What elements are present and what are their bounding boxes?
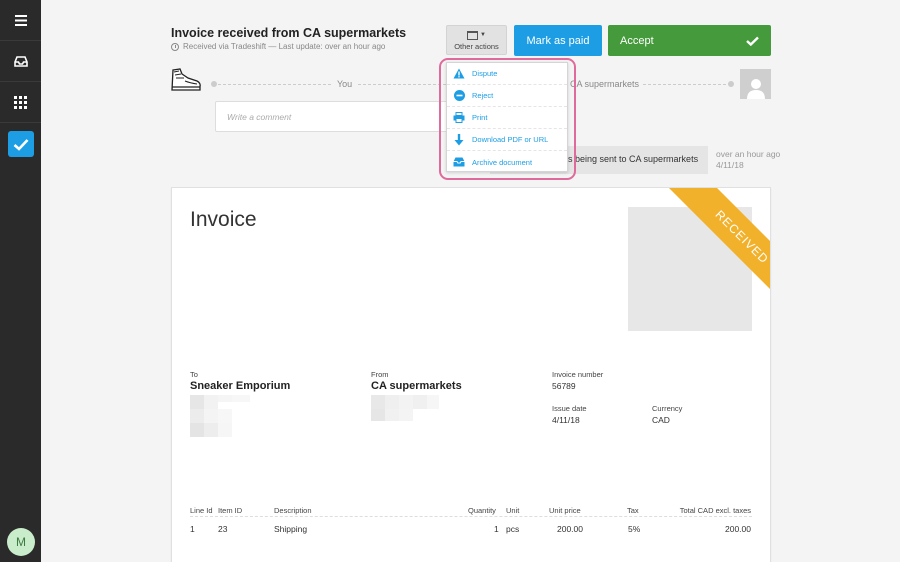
menu-item-dispute[interactable]: Dispute (447, 63, 567, 85)
to-name: Sneaker Emporium (190, 380, 291, 392)
menu-item-label: Dispute (472, 69, 498, 78)
menu-icon[interactable] (0, 0, 41, 41)
printer-icon (453, 112, 465, 124)
warning-icon (453, 68, 465, 80)
cell-tax: 5% (628, 524, 641, 534)
column-header: Description (274, 506, 312, 515)
caret-down-icon: ▼ (480, 32, 486, 39)
subtitle-text: Received via Tradeshift — Last update: o… (183, 42, 386, 51)
menu-item-archive[interactable]: Archive document (447, 151, 567, 173)
column-header: Unit price (549, 506, 581, 515)
sidebar: M (0, 0, 41, 562)
page-subtitle: Received via Tradeshift — Last update: o… (171, 42, 385, 51)
column-header: Total CAD excl. taxes (679, 506, 751, 515)
user-silhouette-icon (746, 79, 765, 99)
clock-icon (171, 42, 179, 51)
page-title: Invoice received from CA supermarkets (171, 26, 407, 40)
menu-item-label: Download PDF or URL (472, 135, 549, 144)
timeline-dot (728, 81, 734, 87)
from-name: CA supermarkets (371, 380, 462, 392)
timeline-dot (211, 81, 217, 87)
mark-as-paid-button[interactable]: Mark as paid (514, 25, 602, 56)
menu-item-download[interactable]: Download PDF or URL (447, 129, 567, 151)
from-label: From (371, 370, 389, 379)
tasks-check-icon[interactable] (8, 131, 34, 157)
invoice-document: Invoice RECEIVED To Sneaker Emporium Fro… (171, 187, 771, 562)
other-actions-button[interactable]: ▼ Other actions (446, 25, 507, 55)
download-icon (453, 133, 465, 146)
apps-grid-icon[interactable] (0, 82, 41, 123)
column-header: Unit (506, 506, 520, 515)
menu-item-label: Print (472, 113, 488, 122)
other-actions-menu: Dispute Reject Print Download PDF or URL… (446, 62, 568, 172)
menu-item-label: Archive document (472, 157, 533, 167)
invoice-number-label: Invoice number (552, 370, 604, 379)
cell-description: Shipping (274, 524, 308, 534)
other-actions-label: Other actions (454, 41, 499, 51)
menu-item-label: Reject (472, 91, 494, 100)
column-header: Item ID (218, 506, 243, 515)
invoice-title: Invoice (190, 208, 257, 231)
column-header: Line Id (190, 506, 213, 515)
counterparty-avatar (740, 69, 771, 99)
menu-item-print[interactable]: Print (447, 107, 567, 129)
sneaker-icon (171, 68, 201, 91)
menu-item-reject[interactable]: Reject (447, 85, 567, 107)
invoice-number-value: 56789 (552, 381, 576, 391)
cell-unit-price: 200.00 (557, 524, 583, 534)
currency-label: Currency (652, 404, 683, 413)
message-date: 4/11/18 (716, 160, 744, 170)
issue-date-label: Issue date (552, 404, 587, 413)
column-header: Tax (627, 506, 639, 515)
user-avatar[interactable]: M (7, 528, 35, 556)
accept-button[interactable]: Accept (608, 25, 771, 56)
you-label: You (333, 79, 357, 89)
document-icon (467, 30, 479, 40)
cell-unit: pcs (506, 524, 520, 534)
minus-circle-icon (453, 90, 465, 102)
archive-icon (453, 156, 465, 168)
column-header: Quantity (468, 506, 496, 515)
comment-input[interactable]: Write a comment (215, 101, 455, 132)
message-time: over an hour ago (716, 149, 781, 159)
cell-line-id: 1 (190, 524, 195, 534)
currency-value: CAD (652, 415, 670, 425)
checkmark-icon (746, 36, 759, 46)
to-label: To (190, 370, 198, 379)
cell-item-id: 23 (218, 524, 228, 534)
issue-date-value: 4/11/18 (552, 415, 580, 425)
cell-quantity: 1 (494, 524, 499, 534)
counterparty-label: CA supermarkets (566, 79, 644, 89)
message-timestamp: over an hour ago 4/11/18 (716, 149, 780, 171)
inbox-icon[interactable] (0, 41, 41, 82)
table-divider (190, 516, 752, 517)
cell-total: 200.00 (725, 524, 751, 534)
accept-label: Accept (620, 34, 654, 47)
